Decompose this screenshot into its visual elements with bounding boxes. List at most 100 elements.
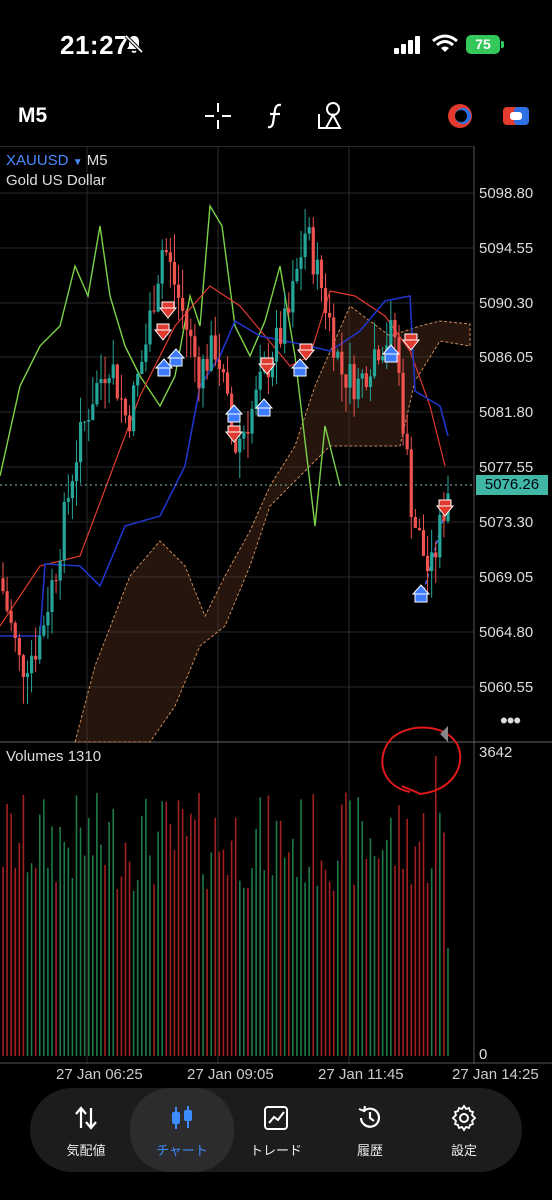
volume-bar [251,868,253,1056]
volume-bar [153,884,155,1056]
volume-bar [198,792,200,1056]
volume-bar [218,851,221,1056]
volume-bar [120,876,123,1056]
candle-body [242,431,246,439]
candle-body [274,327,279,362]
candle-body [87,419,91,422]
candle-body [119,398,123,400]
status-bar: 21:27 75 [0,0,552,90]
symbol-timeframe: M5 [86,152,108,169]
nav-trade[interactable]: トレード [228,1088,324,1172]
volume-axis-max: 3642 [479,744,513,761]
time-axis-label: 27 Jan 09:05 [187,1066,274,1083]
crosshair-icon[interactable] [200,98,236,134]
volume-bar [414,846,417,1056]
candle-body [238,438,242,453]
nav-history[interactable]: 履歴 [322,1088,418,1172]
volume-bar [271,875,274,1056]
candle-body [311,227,315,275]
volume-bar [406,818,408,1056]
nav-quotes[interactable]: 気配値 [38,1088,134,1172]
history-clock-icon [358,1105,381,1128]
candle-body [181,297,185,311]
candle-body [364,373,368,387]
candle-body [217,359,221,370]
candle-body [201,358,205,389]
volume-bar [141,816,143,1056]
candle-body [152,310,156,312]
candle-body [315,259,319,275]
volume-bar [22,794,25,1056]
volume-bar [361,820,364,1056]
volume-bar [349,800,351,1056]
candle-body [344,374,348,388]
volume-bar [430,868,433,1056]
nav-label: チャート [156,1143,208,1158]
volume-bar [55,882,57,1056]
buy-arrow [224,404,244,423]
candle-body [140,361,144,375]
volume-bar [51,826,53,1056]
nav-label: トレード [249,1143,302,1158]
volume-bar [259,797,262,1056]
volume-bar [320,860,323,1056]
volume-bar [157,831,159,1056]
more-options-icon[interactable]: ••• [500,708,521,734]
volume-bar [185,836,188,1056]
volume-bar [283,857,286,1056]
volume-bar [398,805,400,1056]
volume-bar [434,756,437,1056]
volume-bar [422,813,425,1056]
time-axis-label: 27 Jan 11:45 [318,1066,404,1083]
volume-bar [18,842,21,1056]
trade-chart-icon [264,1106,288,1130]
indicators-icon[interactable] [258,98,294,134]
candle-body [421,530,426,556]
candle-body [323,288,328,313]
timeframe-button[interactable]: M5 [18,104,47,128]
volume-bar [116,888,119,1056]
candle-body [91,404,95,420]
candle-body [336,351,340,358]
cell-signal-icon [394,36,420,54]
volume-bar [214,817,217,1056]
candle-body [17,638,21,656]
candle-body [246,431,250,434]
volume-bar [177,800,180,1056]
volume-bar [394,865,396,1056]
candle-body [185,310,189,330]
volume-bar [136,880,139,1056]
price-axis-label: 5064.80 [479,624,534,641]
candle-body [156,283,160,312]
volume-bar [402,868,404,1056]
chart-canvas[interactable] [0,146,552,1064]
volume-bar [34,867,37,1056]
volume-bar [373,856,376,1056]
candle-body [258,371,262,390]
price-axis-label: 5077.55 [479,459,534,476]
price-chart[interactable]: XAUUSD ▼ M5 Gold US Dollar 5098.80 5094.… [0,146,552,1083]
volume-bar [181,808,184,1056]
volume-bar [59,826,61,1056]
volume-bar [357,797,359,1056]
candle-body [413,517,417,528]
volume-bar [308,866,310,1056]
buy-arrow [290,358,310,377]
candle-body [430,552,434,572]
volume-bar [287,852,290,1056]
nav-chart[interactable]: チャート [130,1088,234,1172]
volume-bar [128,861,131,1056]
candle-body [372,349,377,377]
candle-body [283,308,287,344]
volume-bar [30,863,33,1056]
symbol-description: Gold US Dollar [6,172,107,189]
theme-toggle-icon[interactable] [442,98,478,134]
candle-body [123,398,128,416]
volume-bar [63,841,66,1056]
symbol-label[interactable]: XAUUSD ▼ M5 [6,152,108,169]
candle-body [99,379,103,384]
trade-panel-icon[interactable] [498,98,534,134]
objects-icon[interactable] [314,98,350,134]
volume-bar [443,832,445,1056]
nav-settings[interactable]: 設定 [416,1088,512,1172]
